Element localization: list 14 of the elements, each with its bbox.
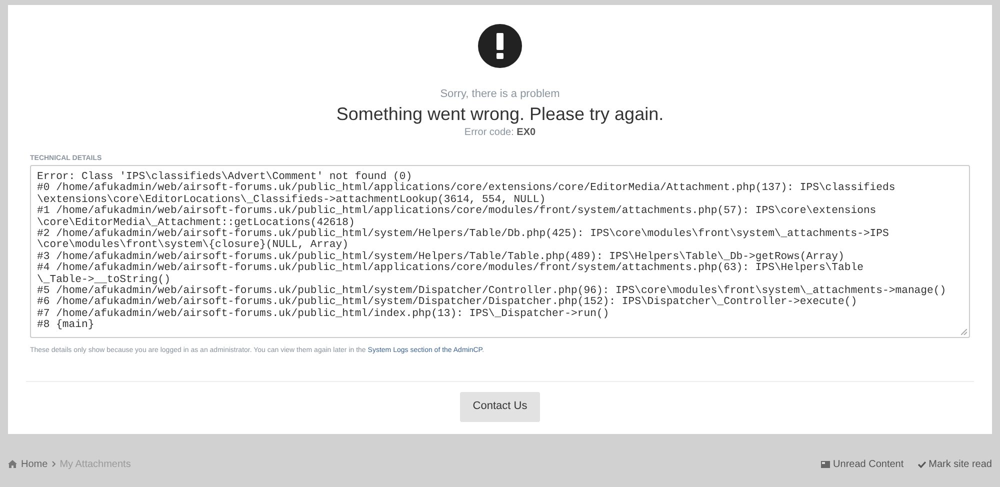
error-subtitle: Sorry, there is a problem [440,87,560,102]
error-title: Something went wrong. Please try again. [336,102,664,124]
footer-link[interactable]: Unread Content [821,456,904,472]
exclamation-icon [478,24,522,68]
newspaper-icon [821,460,830,468]
home-icon [8,460,17,468]
contact-button[interactable]: Contact Us [460,392,540,422]
breadcrumb-link[interactable]: Home [21,456,48,472]
footer-link[interactable]: Mark site read [918,456,992,472]
chevron-icon [52,461,56,467]
resize-handle-icon[interactable] [961,329,967,335]
error-trace-field[interactable]: Error: Class 'IPS\classifieds\Advert\Comment' not found (0) #0 /home/afukadmin/web/airsoft-forums.uk/public_html/applications/core/extensions/core/EditorMedia/Attachment.php(137): IPS\classifieds \extensions\core\EditorLocations\_Classifieds->attachmentLookup(3614, 554, NULL) #1 /home/afukadmin/web/airsoft-forums.uk/public_html/applications/core/modules/front/system/attachments.php(57): IPS\core\extensions \core\EditorMedia\_Attachment::getLocations(42618) #2 /home/afukadmin/web/airsoft-forums.uk/public_html/system/Helpers/Table/Db.php(425): IPS\core\modules\front\system\_attachments->IPS \core\modules\front\system\{closure}(NULL, Array) #3 /home/afukadmin/web/airsoft-forums.uk/public_html/system/Helpers/Table/Table.php(489): IPS\Helpers\Table\_Db->getRows(Array) #4 /home/afukadmin/web/airsoft-forums.uk/public_html/applications/core/modules/front/system/attachments.php(63): IPS\Helpers\Table \_Table->__toString() #5 /home/afukadmin/web/airsoft-forums.uk/public_html/system/Dispatcher/Controller.php(96): IPS\core\modules\front\system\_attachments->manage() #6 /home/afukadmin/web/airsoft-forums.uk/public_html/system/Dispatcher/Dispatcher.php(152): IPS\Dispatcher\_Controller->execute() #7 /home/afukadmin/web/airsoft-forums.uk/public_html/index.php(13): IPS\_Dispatcher->run() #8 {main} [30,165,970,338]
error-code: Error code: EX0 [464,126,536,140]
check-icon [918,460,926,468]
